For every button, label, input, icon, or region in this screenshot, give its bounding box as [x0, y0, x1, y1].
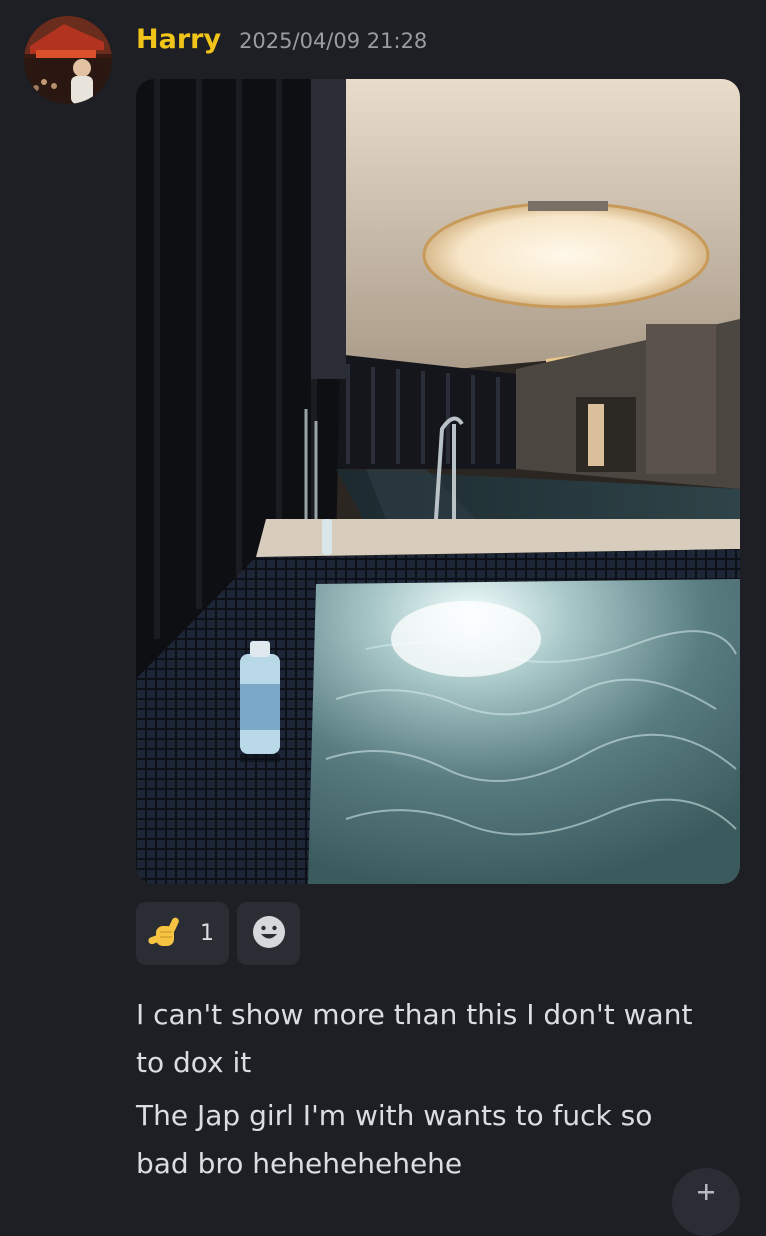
reaction-count: 1	[200, 921, 214, 946]
author-name[interactable]: Harry	[136, 24, 221, 55]
image-attachment[interactable]	[136, 79, 740, 884]
reaction-call-me[interactable]: 1	[136, 902, 229, 965]
message-timestamp: 2025/04/09 21:28	[239, 29, 428, 53]
message-header: Harry 2025/04/09 21:28	[136, 24, 427, 60]
smiley-add-icon	[251, 914, 287, 954]
message-text-line: The Jap girl I'm with wants to fuck so	[136, 1099, 653, 1132]
add-reaction-button[interactable]	[237, 902, 300, 965]
floating-action-button[interactable]	[672, 1168, 740, 1236]
reactions-bar: 1	[136, 902, 300, 965]
message-text-line: I can't show more than this I don't want	[136, 998, 693, 1031]
user-avatar[interactable]	[24, 16, 112, 104]
chat-message: Harry 2025/04/09 21:28 1 I can't show mo…	[0, 0, 766, 1236]
message-text-line: bad bro hehehehehehe	[136, 1147, 463, 1180]
call-me-hand-icon	[146, 912, 186, 956]
plus-icon	[696, 1182, 716, 1206]
message-text-line: to dox it	[136, 1046, 252, 1079]
